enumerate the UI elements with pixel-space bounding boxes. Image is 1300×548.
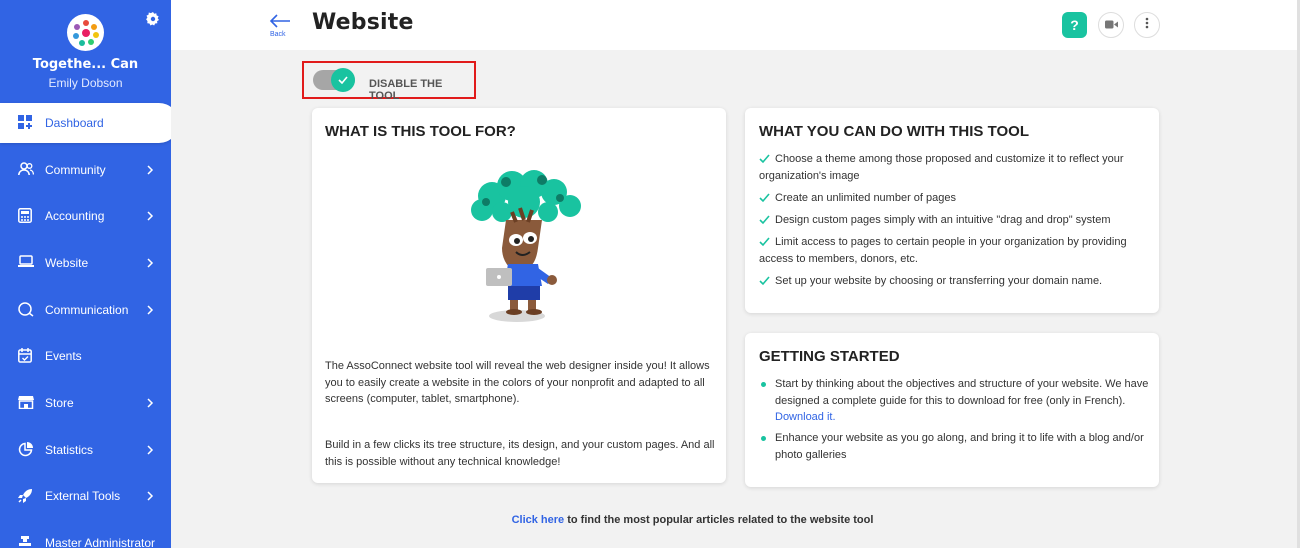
tree-mascot-illustration — [471, 170, 581, 322]
video-button[interactable] — [1098, 12, 1124, 38]
sidebar-item-label: Statistics — [45, 443, 94, 457]
help-button[interactable]: ? — [1062, 12, 1087, 38]
org-logo[interactable] — [67, 14, 104, 51]
org-name: Togethe... Can — [32, 57, 139, 72]
chat-icon — [18, 302, 34, 318]
sidebar-item-master-administrator[interactable]: Master Administrator — [0, 523, 171, 548]
chevron-right-icon — [146, 444, 154, 456]
calendar-icon — [18, 348, 34, 364]
list-item: Design custom pages simply with an intui… — [759, 212, 1154, 229]
sidebar-item-events[interactable]: Events — [0, 336, 171, 376]
getting-started-text-1: Start by thinking about the objectives a… — [775, 378, 1149, 407]
community-icon — [18, 162, 35, 178]
what-you-can-do-card: WHAT YOU CAN DO WITH THIS TOOL Choose a … — [745, 108, 1159, 313]
sidebar-item-label: External Tools — [45, 489, 121, 503]
page-title: Website — [312, 10, 414, 35]
list-item: Start by thinking about the objectives a… — [759, 376, 1154, 426]
check-icon — [759, 236, 770, 247]
help-articles-line: Click here to find the most popular arti… — [85, 514, 1300, 526]
sidebar-item-community[interactable]: Community — [0, 150, 171, 190]
sidebar-item-website[interactable]: Website — [0, 243, 171, 283]
dashboard-icon — [18, 115, 34, 131]
sidebar-item-store[interactable]: Store — [0, 383, 171, 423]
list-item: Choose a theme among those proposed and … — [759, 153, 1124, 182]
list-item: Create an unlimited number of pages — [759, 190, 1154, 207]
download-guide-link[interactable]: Download it. — [775, 411, 836, 423]
check-icon — [759, 153, 770, 164]
bullet-dot — [761, 436, 766, 441]
sidebar-item-external-tools[interactable]: External Tools — [0, 476, 171, 516]
toggle-knob[interactable] — [331, 68, 355, 92]
chevron-right-icon — [146, 490, 154, 502]
sidebar-item-communication[interactable]: Communication — [0, 290, 171, 330]
chevron-right-icon — [146, 397, 154, 409]
sidebar-item-label: Community — [45, 163, 106, 177]
settings-gear-icon[interactable] — [146, 12, 160, 26]
click-here-link[interactable]: Click here — [512, 514, 565, 526]
chevron-right-icon — [146, 257, 154, 269]
check-icon — [338, 71, 348, 89]
sidebar-item-label: Store — [45, 396, 74, 410]
what-paragraph-2: Build in a few clicks its tree structure… — [325, 439, 715, 468]
check-icon — [759, 192, 770, 203]
card-title: GETTING STARTED — [759, 348, 900, 365]
admin-icon — [18, 535, 34, 548]
pie-chart-icon — [18, 442, 34, 458]
disable-tool-label: DISABLE THE TOOL — [369, 78, 443, 102]
list-item: Set up your website by choosing or trans… — [759, 273, 1154, 290]
getting-started-text-2: Enhance your website as you go along, an… — [775, 432, 1144, 461]
getting-started-card: GETTING STARTED Start by thinking about … — [745, 333, 1159, 487]
card-title: WHAT IS THIS TOOL FOR? — [325, 123, 516, 140]
list-item: Limit access to pages to certain people … — [759, 236, 1127, 265]
chevron-right-icon — [146, 210, 154, 222]
sidebar: Togethe... Can Emily Dobson Dashboard Co… — [0, 0, 171, 548]
sidebar-item-label: Events — [45, 349, 82, 363]
what-is-tool-card: WHAT IS THIS TOOL FOR? The AssoConnect w… — [312, 108, 726, 483]
help-articles-text: to find the most popular articles relate… — [564, 514, 874, 526]
sidebar-item-label: Website — [45, 256, 89, 270]
sidebar-item-label: Accounting — [45, 209, 105, 223]
more-options-button[interactable] — [1134, 12, 1160, 38]
video-camera-icon — [1104, 16, 1118, 34]
laptop-icon — [18, 255, 34, 271]
back-link[interactable]: Back — [270, 31, 286, 38]
org-logo-image — [72, 19, 99, 46]
sidebar-item-statistics[interactable]: Statistics — [0, 430, 171, 470]
store-icon — [18, 395, 34, 411]
check-icon — [759, 214, 770, 225]
list-item: Enhance your website as you go along, an… — [759, 430, 1154, 463]
bullet-dot — [761, 382, 766, 387]
card-title: WHAT YOU CAN DO WITH THIS TOOL — [759, 123, 1029, 140]
sidebar-item-label: Master Administrator — [45, 536, 156, 548]
sidebar-item-label: Dashboard — [45, 116, 104, 130]
check-icon — [759, 275, 770, 286]
sidebar-item-dashboard[interactable]: Dashboard — [0, 103, 171, 143]
chevron-right-icon — [146, 164, 154, 176]
chevron-right-icon — [146, 304, 154, 316]
sidebar-item-label: Communication — [45, 303, 129, 317]
sidebar-item-accounting[interactable]: Accounting — [0, 196, 171, 236]
what-paragraph-1: The AssoConnect website tool will reveal… — [325, 360, 710, 405]
accounting-icon — [18, 208, 34, 224]
rocket-icon — [18, 488, 34, 504]
disable-tool-toggle-highlight: DISABLE THE TOOL — [302, 61, 476, 102]
user-name: Emily Dobson — [48, 76, 123, 90]
more-vertical-icon — [1145, 16, 1149, 34]
